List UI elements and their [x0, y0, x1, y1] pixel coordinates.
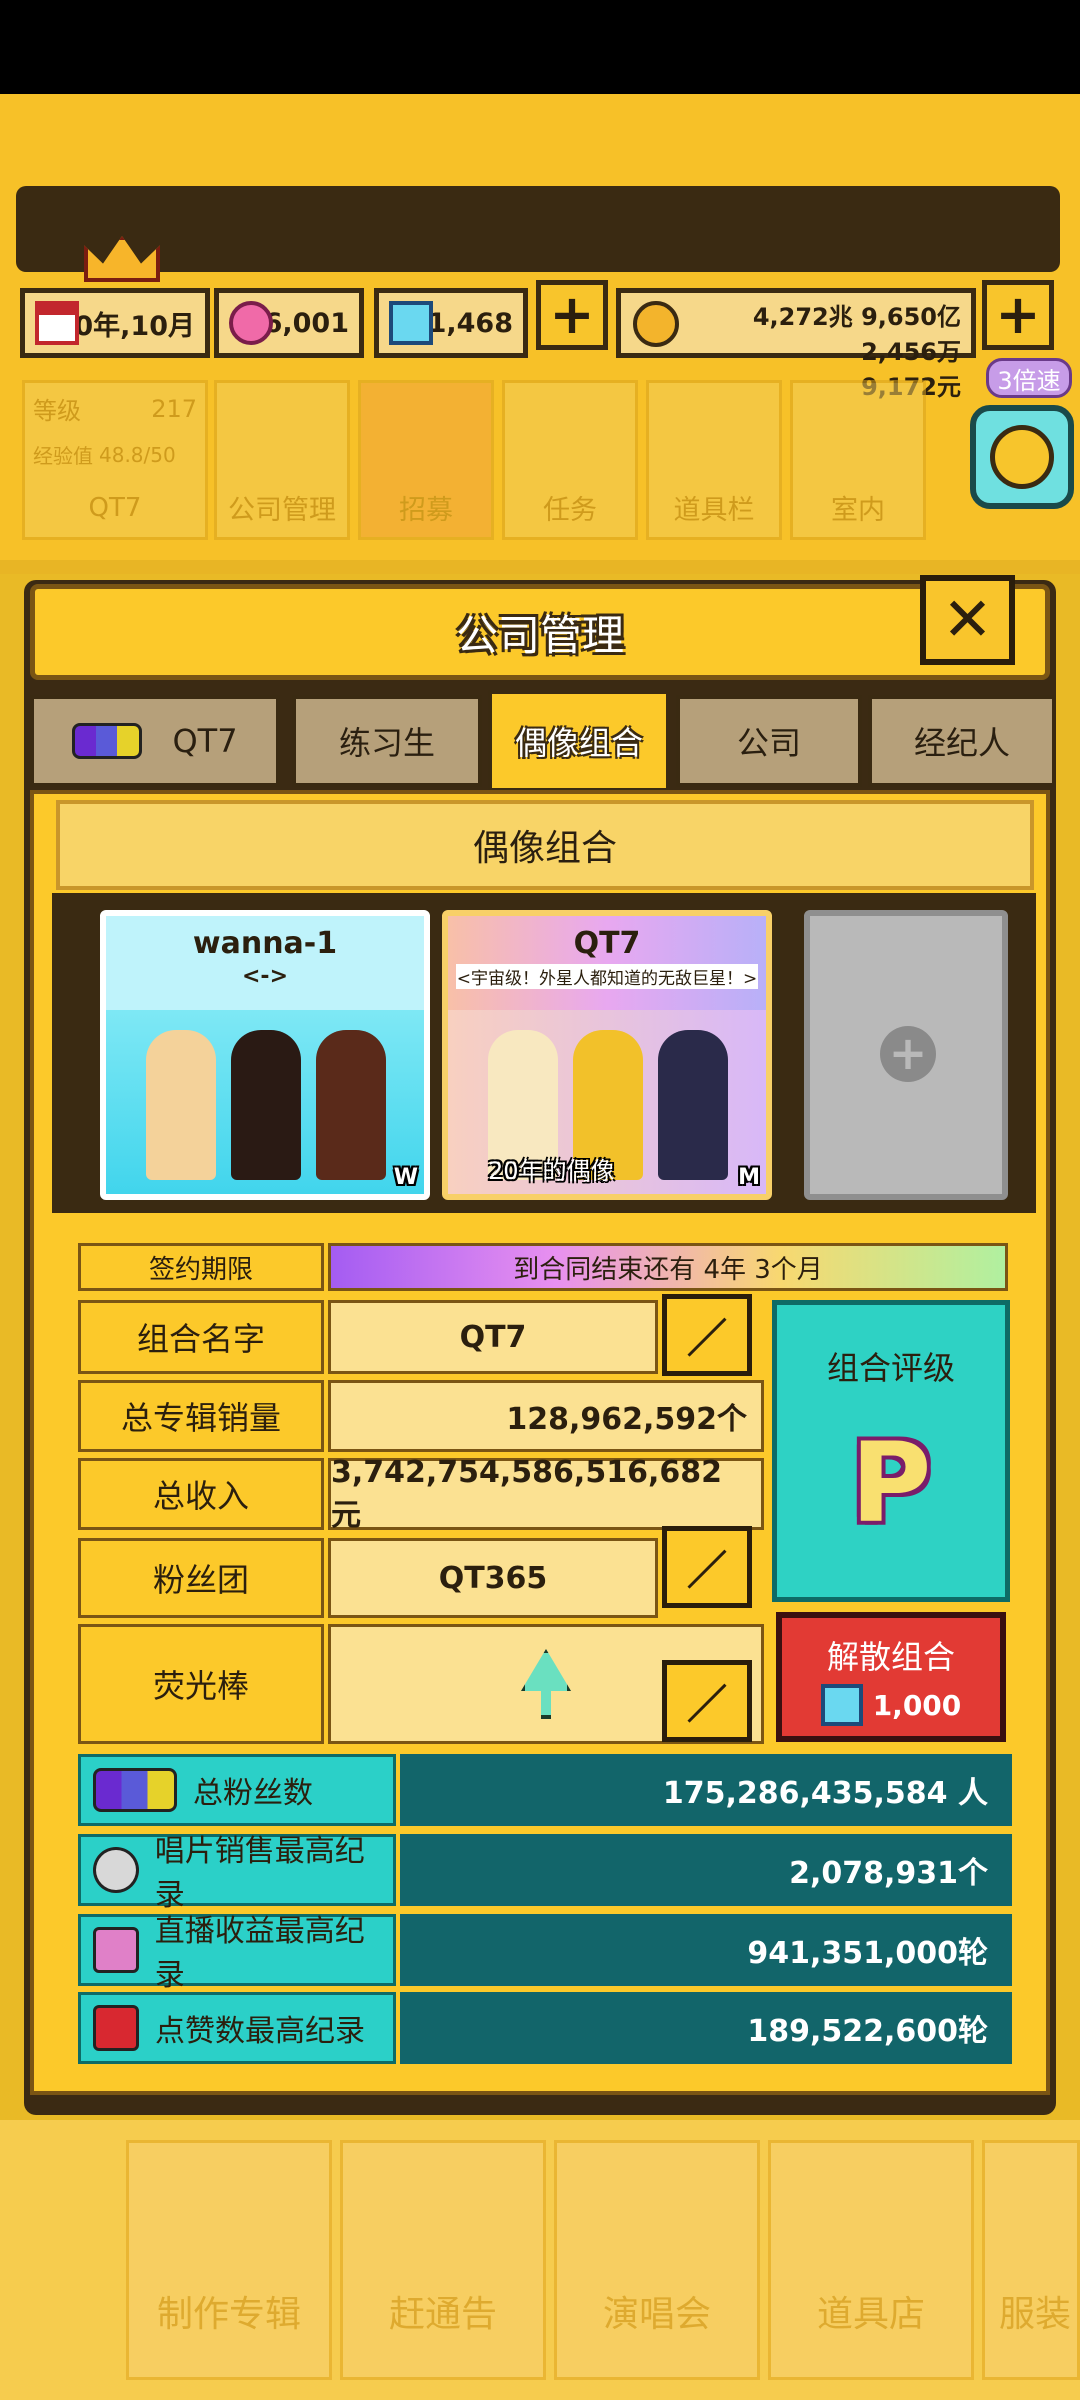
nav-concert[interactable]: 演唱会 — [554, 2140, 760, 2380]
gem-counter: 6,001 — [214, 288, 364, 358]
tab-trainees[interactable]: 练习生 — [292, 695, 482, 787]
contract-label: 签约期限 — [78, 1243, 324, 1291]
close-icon: ✕ — [942, 585, 993, 655]
fanclub-value: QT365 — [328, 1538, 658, 1618]
menu-company-management[interactable]: 公司管理 — [214, 380, 350, 540]
group-card-wanna-1[interactable]: wanna-1 <-> W — [100, 910, 430, 1200]
level-value: 217 — [151, 394, 197, 423]
edit-fanclub-button[interactable]: ／ — [662, 1526, 752, 1608]
tab-company[interactable]: 公司 — [676, 695, 862, 787]
dialog-title: 公司管理 — [30, 584, 1050, 680]
speed-badge[interactable]: 3倍速 — [986, 358, 1072, 398]
disband-cost: 1,000 — [872, 1688, 962, 1722]
diamond-counter: 11,468 — [374, 288, 528, 358]
buy-money-button[interactable]: + — [982, 280, 1054, 350]
exp-value: 48.8/50 — [99, 442, 176, 467]
menu-inventory[interactable]: 道具栏 — [646, 380, 782, 540]
clock-icon[interactable] — [970, 405, 1074, 509]
exp-label: 经验值 — [33, 444, 93, 468]
total-fans-value: 175,286,435,584 人 — [400, 1754, 1012, 1826]
add-slot-icon: + — [880, 1026, 936, 1082]
nav-make-album[interactable]: 制作专辑 — [126, 2140, 332, 2380]
level-panel: 等级 217 经验值 48.8/50 QT7 — [22, 380, 208, 540]
album-sales-label: 总专辑销量 — [78, 1380, 324, 1452]
hud-company-name: QT7 — [88, 493, 142, 523]
lightstick-label: 荧光棒 — [78, 1624, 324, 1744]
group-card-subtitle: <宇宙级！外星人都知道的无敌巨星！> — [456, 964, 758, 989]
group-rating-panel: 组合评级 P — [772, 1300, 1010, 1602]
record-sales-value: 2,078,931个 — [400, 1834, 1012, 1906]
group-card-gender: W — [393, 1165, 418, 1190]
stat-label: 唱片销售最高纪录 — [154, 1834, 365, 1913]
play-icon — [93, 2005, 139, 2051]
stat-label: 点赞数最高纪录 — [155, 2014, 365, 2049]
pencil-icon: ／ — [687, 1316, 727, 1362]
group-card-name: QT7 — [573, 926, 641, 961]
pencil-icon: ／ — [687, 1548, 727, 1594]
gem-count: 6,001 — [263, 307, 349, 339]
money-line1: 4,272兆 9,650亿 2,456万 — [752, 303, 961, 366]
contract-remaining: 到合同结束还有 4年 3个月 — [328, 1243, 1008, 1291]
fanclub-label: 粉丝团 — [78, 1538, 324, 1618]
section-title: 偶像组合 — [56, 800, 1034, 890]
coin-icon — [633, 301, 679, 347]
top-bar — [16, 186, 1060, 272]
diamond-icon — [389, 301, 433, 345]
menu-tasks[interactable]: 任务 — [502, 380, 638, 540]
group-card-subtitle: <-> — [242, 964, 288, 989]
disband-label: 解散组合 — [826, 1638, 955, 1676]
stat-label: 总粉丝数 — [193, 1776, 313, 1811]
disc-icon — [93, 1847, 139, 1893]
group-members-art — [106, 1010, 424, 1194]
group-card-name: wanna-1 — [192, 926, 338, 961]
music-note-icon — [93, 1927, 139, 1973]
revenue-label: 总收入 — [78, 1458, 324, 1530]
group-members-icon — [72, 723, 143, 759]
live-revenue-value: 941,351,000轮 — [400, 1914, 1012, 1986]
edit-group-name-button[interactable]: ／ — [662, 1294, 752, 1376]
money-display: 4,272兆 9,650亿 2,456万 9,172元 — [616, 288, 976, 401]
lightstick-icon — [521, 1649, 571, 1719]
album-sales-value: 128,962,592个 — [328, 1380, 764, 1452]
tab-qt7-label: QT7 — [172, 722, 238, 760]
disband-group-button[interactable]: 解散组合 1,000 — [776, 1612, 1006, 1742]
group-card-qt7[interactable]: QT7 <宇宙级！外星人都知道的无敌巨星！> 20年的偶像 M — [442, 910, 772, 1200]
calendar-icon — [35, 301, 79, 345]
buy-diamonds-button[interactable]: + — [536, 280, 608, 350]
date-display: 20年,10月 — [20, 288, 210, 358]
nav-costume[interactable]: 服装 — [982, 2140, 1080, 2380]
tab-idol-groups[interactable]: 偶像组合 — [488, 690, 670, 792]
group-card-caption: 20年的偶像 — [488, 1157, 615, 1185]
edit-lightstick-button[interactable]: ／ — [662, 1660, 752, 1742]
likes-record-label: 点赞数最高纪录 — [78, 1992, 396, 2064]
menu-interior[interactable]: 室内 — [790, 380, 926, 540]
live-revenue-label: 直播收益最高纪录 — [78, 1914, 396, 1993]
group-rating-label: 组合评级 — [826, 1349, 955, 1387]
diamond-icon — [820, 1684, 863, 1726]
nav-schedule[interactable]: 赶通告 — [340, 2140, 546, 2380]
rating-grade-icon: P — [850, 1419, 932, 1547]
stat-label: 直播收益最高纪录 — [154, 1914, 365, 1993]
group-name-label: 组合名字 — [78, 1300, 324, 1374]
likes-record-value: 189,522,600轮 — [400, 1992, 1012, 2064]
group-members-icon — [93, 1768, 177, 1812]
pencil-icon: ／ — [687, 1682, 727, 1728]
close-button[interactable]: ✕ — [920, 575, 1015, 665]
revenue-value: 3,742,754,586,516,682元 — [328, 1455, 764, 1533]
empty-group-slot[interactable]: + — [804, 910, 1008, 1200]
group-name-value: QT7 — [328, 1300, 658, 1374]
menu-recruit[interactable]: 招募 — [358, 380, 494, 540]
level-label: 等级 — [33, 397, 81, 425]
status-bar — [0, 0, 1080, 94]
nav-item-shop[interactable]: 道具店 — [768, 2140, 974, 2380]
record-sales-label: 唱片销售最高纪录 — [78, 1834, 396, 1913]
pink-gem-icon — [229, 301, 273, 345]
tab-managers[interactable]: 经纪人 — [868, 695, 1056, 787]
total-fans-label: 总粉丝数 — [78, 1754, 396, 1826]
group-card-gender: M — [738, 1165, 760, 1190]
tab-qt7[interactable]: QT7 — [30, 695, 280, 787]
